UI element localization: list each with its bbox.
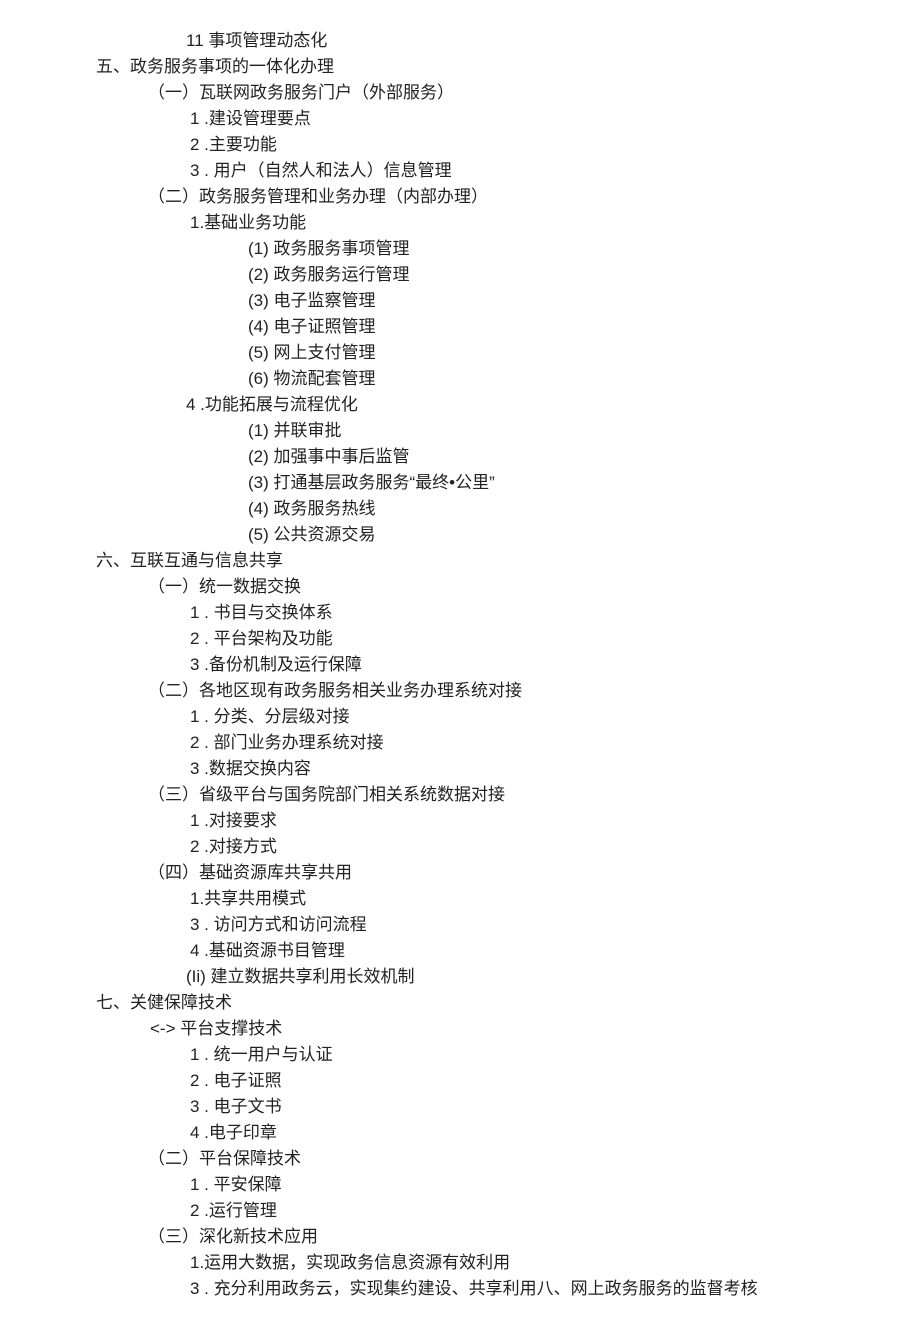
outline-line: （四）基础资源库共享共用 <box>0 860 920 886</box>
outline-line: 七、关健保障技术 <box>0 990 920 1016</box>
outline-line: 1.共享共用模式 <box>0 886 920 912</box>
outline-line: 1 . 分类、分层级对接 <box>0 704 920 730</box>
outline-line: (2) 政务服务运行管理 <box>0 262 920 288</box>
outline-line: 3 .备份机制及运行保障 <box>0 652 920 678</box>
outline-line: 4 .电子印章 <box>0 1120 920 1146</box>
outline-line: 3 . 访问方式和访问流程 <box>0 912 920 938</box>
outline-line: (6) 物流配套管理 <box>0 366 920 392</box>
outline-line: 3 . 电子文书 <box>0 1094 920 1120</box>
outline-line: 五、政务服务事项的一体化办理 <box>0 54 920 80</box>
outline-line: (3) 电子监察管理 <box>0 288 920 314</box>
document-outline: 11 事项管理动态化五、政务服务事项的一体化办理（一）瓦联网政务服务门户（外部服… <box>0 28 920 1302</box>
outline-line: （三）深化新技术应用 <box>0 1224 920 1250</box>
outline-line: （三）省级平台与国务院部门相关系统数据对接 <box>0 782 920 808</box>
outline-line: 3 .数据交换内容 <box>0 756 920 782</box>
outline-line: (5) 公共资源交易 <box>0 522 920 548</box>
outline-line: 3 . 用户（自然人和法人）信息管理 <box>0 158 920 184</box>
outline-line: （二）政务服务管理和业务办理（内部办理） <box>0 184 920 210</box>
outline-line: 4 .基础资源书目管理 <box>0 938 920 964</box>
outline-line: （一）瓦联网政务服务门户（外部服务） <box>0 80 920 106</box>
outline-line: 1 .对接要求 <box>0 808 920 834</box>
outline-line: （二）平台保障技术 <box>0 1146 920 1172</box>
outline-line: 2 .主要功能 <box>0 132 920 158</box>
outline-line: <-> 平台支撑技术 <box>0 1016 920 1042</box>
outline-line: 4 .功能拓展与流程优化 <box>0 392 920 418</box>
outline-line: 2 . 平台架构及功能 <box>0 626 920 652</box>
outline-line: 2 . 电子证照 <box>0 1068 920 1094</box>
outline-line: 1.运用大数据，实现政务信息资源有效利用 <box>0 1250 920 1276</box>
outline-line: 1 . 平安保障 <box>0 1172 920 1198</box>
outline-line: 3 . 充分利用政务云，实现集约建设、共享利用八、网上政务服务的监督考核 <box>0 1276 920 1302</box>
outline-line: (Ii) 建立数据共享利用长效机制 <box>0 964 920 990</box>
outline-line: 1 .建设管理要点 <box>0 106 920 132</box>
outline-line: (1) 并联审批 <box>0 418 920 444</box>
outline-line: (4) 政务服务热线 <box>0 496 920 522</box>
outline-line: （一）统一数据交换 <box>0 574 920 600</box>
outline-line: (1) 政务服务事项管理 <box>0 236 920 262</box>
outline-line: (4) 电子证照管理 <box>0 314 920 340</box>
outline-line: (2) 加强事中事后监管 <box>0 444 920 470</box>
outline-line: (3) 打通基层政务服务“最终•公里” <box>0 470 920 496</box>
outline-line: 2 .对接方式 <box>0 834 920 860</box>
outline-line: （二）各地区现有政务服务相关业务办理系统对接 <box>0 678 920 704</box>
outline-line: 2 . 部门业务办理系统对接 <box>0 730 920 756</box>
outline-line: 1.基础业务功能 <box>0 210 920 236</box>
outline-line: 1 . 统一用户与认证 <box>0 1042 920 1068</box>
outline-line: 11 事项管理动态化 <box>0 28 920 54</box>
outline-line: 六、互联互通与信息共享 <box>0 548 920 574</box>
outline-line: (5) 网上支付管理 <box>0 340 920 366</box>
outline-line: 2 .运行管理 <box>0 1198 920 1224</box>
outline-line: 1 . 书目与交换体系 <box>0 600 920 626</box>
